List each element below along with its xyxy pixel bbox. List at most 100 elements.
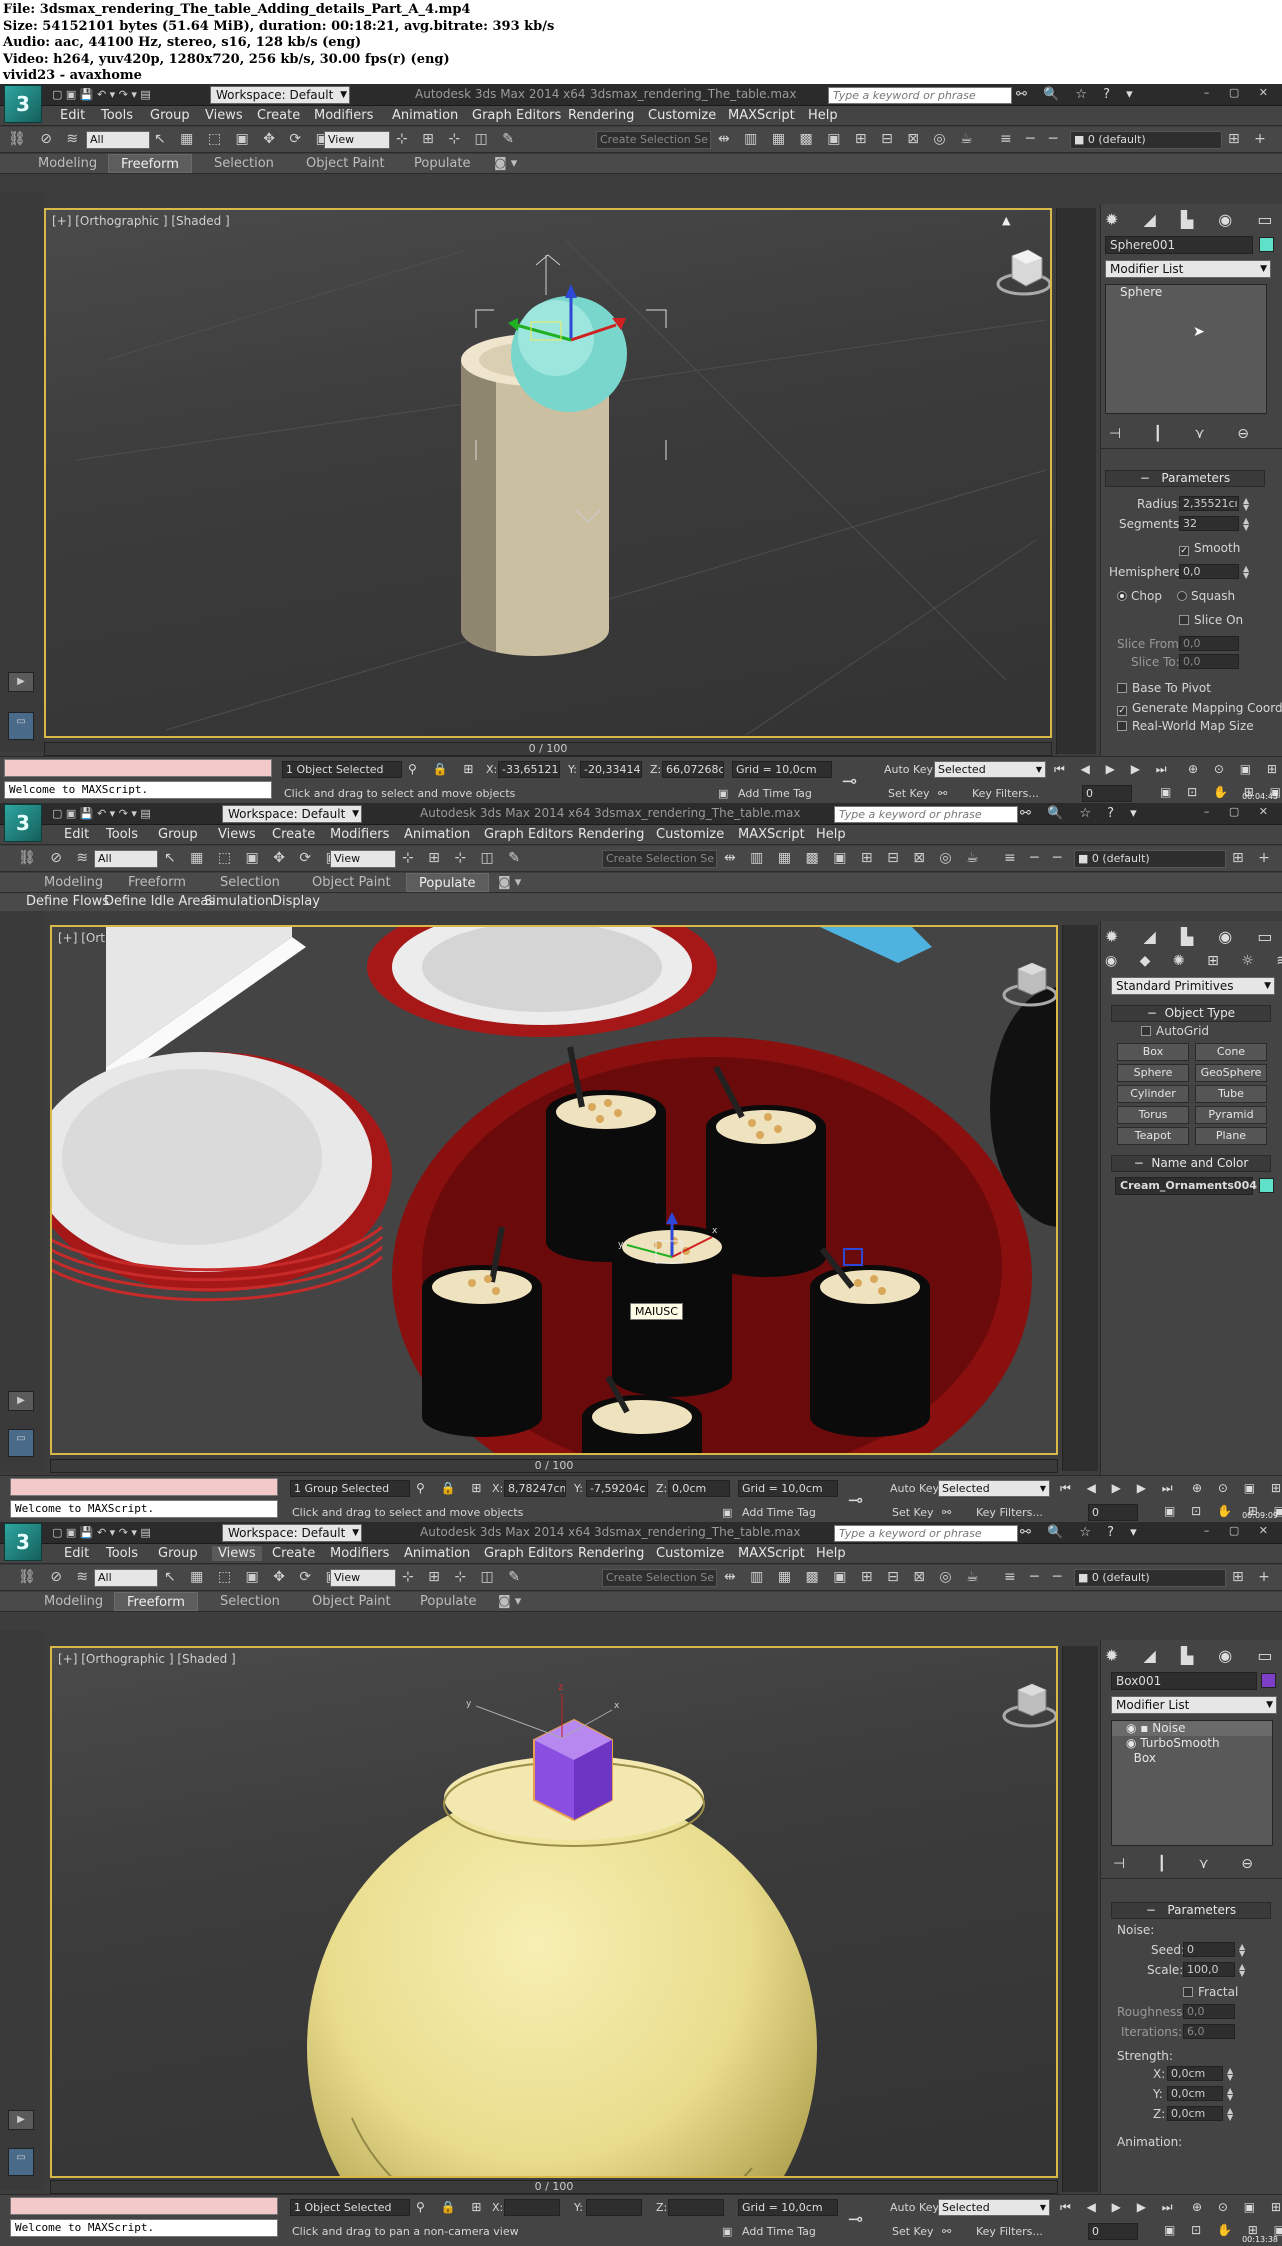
z-coordinate[interactable]: 66,07268c xyxy=(662,761,724,778)
menu-views[interactable]: Views xyxy=(212,1546,262,1561)
menu-views[interactable]: Views xyxy=(205,108,243,123)
layer-icons[interactable]: ≡ ─ ─ xyxy=(1000,131,1063,147)
named-selection[interactable]: Create Selection Se xyxy=(602,1569,717,1587)
named-selection[interactable]: Create Selection Se xyxy=(596,131,711,149)
menu-group[interactable]: Group xyxy=(150,108,190,123)
tab-object-paint[interactable]: Object Paint xyxy=(312,1594,391,1609)
auto-key-button[interactable]: Auto Key xyxy=(890,2201,939,2214)
menu-maxscript[interactable]: MAXScript xyxy=(738,827,805,842)
render-icons[interactable]: ⇹ ▥ ▦ ▩ ▣ ⊞ ⊟ ⊠ ◎ ☕ xyxy=(724,850,984,866)
viewport-perspective[interactable]: [+] [Orthographic ] [Shaded ] ▲ xyxy=(44,208,1052,738)
workspace-select[interactable]: Workspace: Default ▼ xyxy=(210,86,350,104)
box-button[interactable]: Box xyxy=(1117,1043,1189,1061)
fractal-checkbox[interactable]: Fractal xyxy=(1183,1984,1238,2000)
chop-radio[interactable]: Chop xyxy=(1117,588,1162,604)
lock-selection-icons[interactable]: ⚲ 🔒 ⊞ xyxy=(408,762,479,776)
ribbon-options-icon[interactable]: ◙ ▾ xyxy=(498,1594,521,1609)
layer-icons[interactable]: ≡ ─ ─ xyxy=(1004,850,1067,866)
gen-mapping-checkbox[interactable]: ✓ Generate Mapping Coords xyxy=(1117,700,1282,716)
maxscript-pink-field[interactable] xyxy=(4,759,272,777)
parameters-rollout[interactable]: − Parameters xyxy=(1105,470,1265,487)
seed-field[interactable]: 0 xyxy=(1183,1942,1235,1957)
object-type-rollout[interactable]: − Object Type xyxy=(1111,1005,1271,1022)
search-input[interactable]: Type a keyword or phrase xyxy=(834,806,1018,823)
torus-button[interactable]: Torus xyxy=(1117,1106,1189,1124)
workspace-select[interactable]: Workspace: Default ▼ xyxy=(222,805,362,823)
pyramid-button[interactable]: Pyramid xyxy=(1195,1106,1267,1124)
add-icon[interactable]: ⊞ + xyxy=(1232,1569,1275,1585)
reference-coord[interactable]: View xyxy=(330,1569,396,1587)
tab-selection[interactable]: Selection xyxy=(220,1594,280,1609)
playback-icons[interactable]: ⏮ ◀ ▶ ▶ ⏭ xyxy=(1060,2200,1179,2215)
spinner-icon[interactable]: ▲ ▼ xyxy=(1227,2087,1233,2102)
mini-listener-icon[interactable]: ▭ xyxy=(8,2148,34,2176)
viewcube-icon[interactable] xyxy=(994,244,1050,300)
menu-animation[interactable]: Animation xyxy=(404,1546,470,1561)
time-slider[interactable]: 0 / 100 xyxy=(44,742,1052,756)
plane-button[interactable]: Plane xyxy=(1195,1127,1267,1145)
spinner-icon[interactable]: ▲ ▼ xyxy=(1227,2107,1233,2122)
nav-icons[interactable]: ⊕ ⊙ ▣ ⊞ xyxy=(1188,762,1282,776)
menu-modifiers[interactable]: Modifiers xyxy=(330,827,389,842)
add-time-tag[interactable]: Add Time Tag xyxy=(742,2225,816,2238)
quick-access-icons[interactable]: ▢ ▣ 💾 ↶ ▾ ↷ ▾ ▤ xyxy=(52,1525,151,1541)
y-coordinate[interactable] xyxy=(586,2199,642,2216)
current-frame[interactable]: 0 xyxy=(1088,1504,1138,1521)
set-key-button[interactable]: Set Key xyxy=(892,1506,934,1519)
roughness-field[interactable]: 0,0 xyxy=(1183,2004,1235,2019)
object-color-swatch[interactable] xyxy=(1261,1673,1276,1688)
radius-field[interactable]: 2,35521cı xyxy=(1179,496,1239,511)
menu-tools[interactable]: Tools xyxy=(101,108,133,123)
tab-modeling[interactable]: Modeling xyxy=(38,156,97,171)
scale-field[interactable]: 100,0 xyxy=(1183,1962,1235,1977)
current-frame[interactable]: 0 xyxy=(1088,2223,1138,2240)
menu-modifiers[interactable]: Modifiers xyxy=(314,108,373,123)
tab-object-paint[interactable]: Object Paint xyxy=(312,875,391,890)
strength-z-field[interactable]: 0,0cm xyxy=(1167,2106,1223,2121)
nav-icons[interactable]: ⊕ ⊙ ▣ ⊞ xyxy=(1192,2200,1282,2214)
menu-help[interactable]: Help xyxy=(808,108,838,123)
viewcube-icon[interactable] xyxy=(1000,1676,1056,1732)
menu-edit[interactable]: Edit xyxy=(60,108,85,123)
spinner-icon[interactable]: ▲ ▼ xyxy=(1239,1943,1245,1958)
time-slider[interactable]: 0 / 100 xyxy=(50,2180,1058,2194)
stack-item-turbosmooth[interactable]: ◉ TurboSmooth xyxy=(1112,1736,1272,1751)
menu-graph-editors[interactable]: Graph Editors xyxy=(484,827,573,842)
nav-icons[interactable]: ⊕ ⊙ ▣ ⊞ xyxy=(1192,1481,1282,1495)
mini-listener-icon[interactable]: ▭ xyxy=(8,712,34,740)
layer-icons[interactable]: ≡ ─ ─ xyxy=(1004,1569,1067,1585)
teapot-button[interactable]: Teapot xyxy=(1117,1127,1189,1145)
slice-on-checkbox[interactable]: Slice On xyxy=(1179,612,1243,628)
quick-access-icons[interactable]: ▢ ▣ 💾 ↶ ▾ ↷ ▾ ▤ xyxy=(52,806,151,822)
menu-maxscript[interactable]: MAXScript xyxy=(728,108,795,123)
play-icon[interactable]: ▶ xyxy=(8,2110,34,2130)
select-icons[interactable]: ↖ ▦ ⬚ ▣ ✥ ⟳ ▣ xyxy=(164,850,344,866)
time-tag-icon[interactable]: ▣ xyxy=(722,1506,732,1519)
object-name-field[interactable]: Sphere001 xyxy=(1105,236,1253,254)
geosphere-button[interactable]: GeoSphere xyxy=(1195,1064,1267,1082)
stack-tools-icons[interactable]: ⊣ ┃ ⋎ ⊖ ▣ xyxy=(1113,1856,1282,1876)
quick-access-icons[interactable]: ▢ ▣ 💾 ↶ ▾ ↷ ▾ ▤ xyxy=(52,87,151,103)
layer-select[interactable]: ■ 0 (default) xyxy=(1074,1569,1226,1587)
reference-coord[interactable]: View xyxy=(330,850,396,868)
iterations-field[interactable]: 6,0 xyxy=(1183,2024,1235,2039)
named-selection[interactable]: Create Selection Se xyxy=(602,850,717,868)
lock-selection-icons[interactable]: ⚲ 🔒 ⊞ xyxy=(416,1481,487,1495)
menu-group[interactable]: Group xyxy=(158,827,198,842)
menu-rendering[interactable]: Rendering xyxy=(568,108,634,123)
menu-maxscript[interactable]: MAXScript xyxy=(738,1546,805,1561)
menu-customize[interactable]: Customize xyxy=(648,108,716,123)
select-icons[interactable]: ↖ ▦ ⬚ ▣ ✥ ⟳ ▣ xyxy=(164,1569,344,1585)
search-input[interactable]: Type a keyword or phrase xyxy=(828,87,1012,104)
cylinder-button[interactable]: Cylinder xyxy=(1117,1085,1189,1103)
infocenter-icons[interactable]: ⚯ 🔍 ☆ ? ▾ xyxy=(1020,806,1143,821)
menu-graph-editors[interactable]: Graph Editors xyxy=(472,108,561,123)
infocenter-icons[interactable]: ⚯ 🔍 ☆ ? ▾ xyxy=(1020,1525,1143,1540)
key-mode-select[interactable]: Selected ▼ xyxy=(938,2199,1050,2216)
app-logo-icon[interactable]: 3 xyxy=(4,85,42,123)
menu-group[interactable]: Group xyxy=(158,1546,198,1561)
filter-icon[interactable]: ⚯ xyxy=(942,2225,951,2238)
set-key-button[interactable]: Set Key xyxy=(892,2225,934,2238)
menu-tools[interactable]: Tools xyxy=(106,1546,138,1561)
slice-to-field[interactable]: 0,0 xyxy=(1179,654,1239,669)
